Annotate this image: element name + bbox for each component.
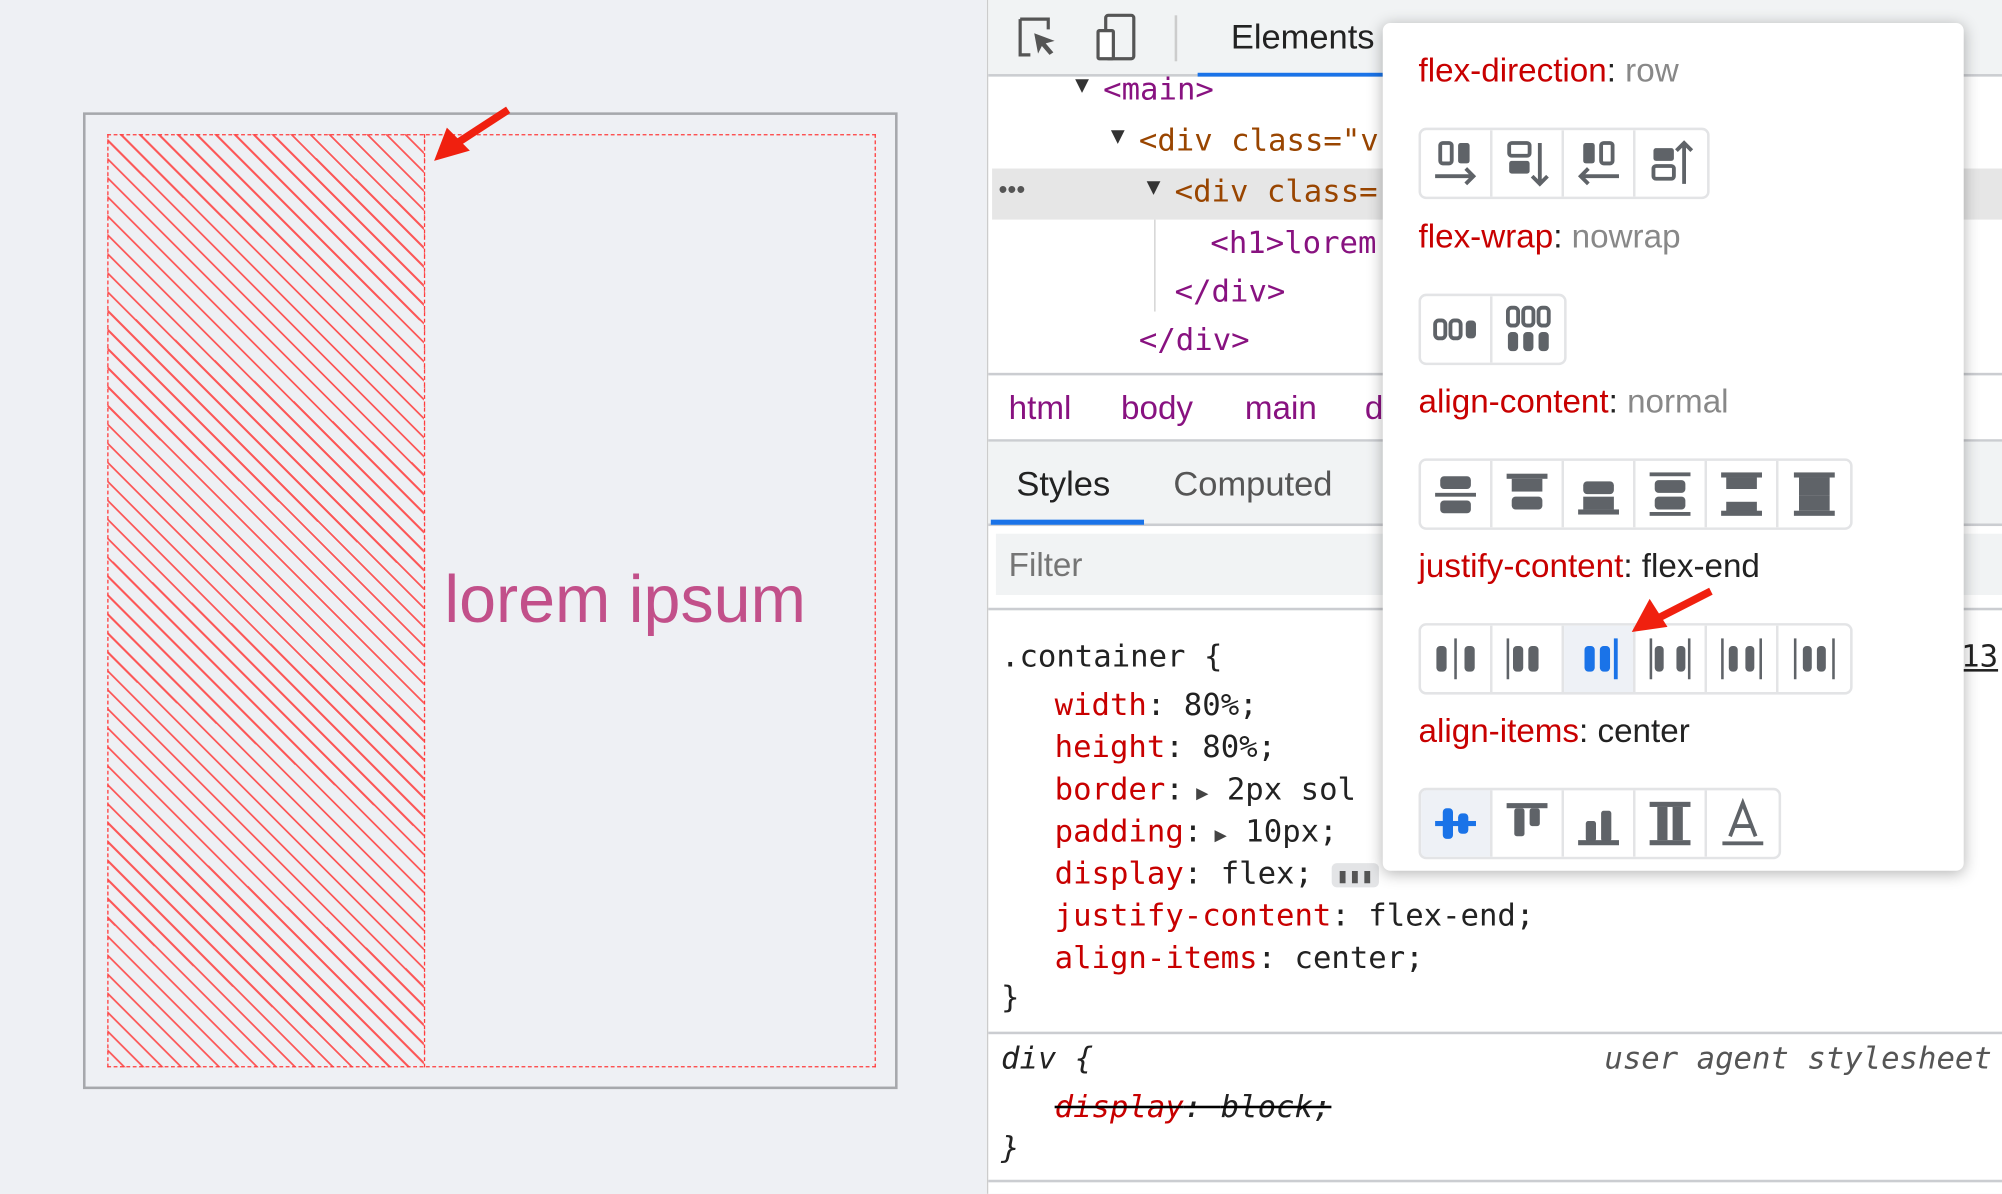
align-content-flex-end-icon xyxy=(1578,481,1619,515)
align-content-flex-end-button[interactable] xyxy=(1564,460,1636,528)
flex-prop-label-align-items: align-items: center xyxy=(1418,711,1690,750)
align-items-center-icon xyxy=(1435,808,1476,839)
flexbox-editor-icon[interactable]: ▮▮▮ xyxy=(1331,862,1379,887)
css-declaration-height[interactable]: height: 80%; xyxy=(1055,729,1276,765)
justify-content-space-evenly-icon xyxy=(1793,638,1835,680)
flex-prop-label-flex-direction: flex-direction: row xyxy=(1418,51,1679,90)
justify-content-flex-start-button[interactable] xyxy=(1492,625,1565,693)
more-ellipsis[interactable]: ••• xyxy=(998,176,1025,205)
justify-content-flex-end-icon xyxy=(1584,638,1618,680)
dom-node-close-div: </div> xyxy=(1174,273,1286,309)
free-space-hatch xyxy=(107,134,426,1068)
align-content-space-between-icon xyxy=(1721,472,1762,516)
flexbox-editor-popup: flex-direction: row flex-wrap: nowrap alig… xyxy=(1382,22,1964,871)
flex-direction-column-button[interactable] xyxy=(1492,130,1565,197)
rule-close: } xyxy=(1001,979,1020,1016)
css-declaration-border[interactable]: border: ▶ 2px sol xyxy=(1055,771,1356,807)
divider xyxy=(988,1179,2002,1183)
breadcrumb-main[interactable]: main xyxy=(1245,388,1317,428)
align-content-flex-start-button[interactable] xyxy=(1492,460,1565,528)
align-content-space-between-button[interactable] xyxy=(1707,460,1779,528)
align-items-stretch-icon xyxy=(1649,801,1691,846)
align-items-flex-end-icon xyxy=(1578,810,1619,846)
flex-direction-row-reverse-icon xyxy=(1577,141,1619,186)
lorem-heading: lorem ipsum xyxy=(444,563,806,638)
rule-selector[interactable]: .container { xyxy=(1001,638,1222,674)
align-items-flex-start-button[interactable] xyxy=(1492,790,1565,857)
user-agent-label: user agent stylesheet xyxy=(1604,1040,1992,1077)
page-preview: lorem ipsum xyxy=(0,0,987,1194)
flex-wrap-nowrap-icon xyxy=(1433,318,1476,341)
dom-node-div[interactable]: <div class="v xyxy=(1139,123,1379,159)
flex-prop-label-flex-wrap: flex-wrap: nowrap xyxy=(1418,217,1681,256)
annotation-arrow-icon xyxy=(434,106,511,161)
device-toolbar-icon[interactable] xyxy=(1095,13,1141,64)
expand-arrow-icon[interactable]: ▼ xyxy=(1075,72,1089,99)
align-items-baseline-icon xyxy=(1722,798,1764,846)
align-items-flex-end-button[interactable] xyxy=(1564,790,1636,857)
toolbar-divider xyxy=(1174,15,1178,62)
active-tab-indicator xyxy=(990,519,1145,525)
align-items-flex-start-icon xyxy=(1506,803,1548,837)
css-declaration-padding[interactable]: padding: ▶ 10px; xyxy=(1055,813,1338,849)
css-declaration-display[interactable]: display: flex; ▮▮▮ xyxy=(1055,855,1379,891)
dom-node-h1[interactable]: <h1>lorem xyxy=(1210,225,1376,261)
breadcrumb-body[interactable]: body xyxy=(1121,388,1193,428)
dom-node-close-div: </div> xyxy=(1138,321,1250,358)
flex-options-flex-direction xyxy=(1418,127,1710,200)
align-content-stretch-icon xyxy=(1793,472,1835,516)
align-content-flex-start-icon xyxy=(1506,473,1548,510)
dom-node-div-container[interactable]: <div class= xyxy=(1175,174,1378,210)
flex-wrap-wrap-icon xyxy=(1505,305,1551,352)
align-content-center-icon xyxy=(1435,476,1476,514)
flex-prop-label-align-content: align-content: normal xyxy=(1418,381,1729,421)
inspect-element-icon[interactable] xyxy=(1016,15,1062,61)
css-declaration-align-items[interactable]: align-items: center; xyxy=(1055,940,1424,976)
rule-selector[interactable]: div { xyxy=(1001,1041,1093,1077)
justify-content-center-icon xyxy=(1436,638,1475,680)
flex-options-align-items xyxy=(1418,787,1782,860)
align-items-baseline-button[interactable] xyxy=(1707,790,1779,857)
justify-content-flex-start-icon xyxy=(1506,638,1539,680)
flex-direction-row-reverse-button[interactable] xyxy=(1564,130,1636,197)
rule-close: } xyxy=(1001,1129,1020,1166)
expand-arrow-icon[interactable]: ▼ xyxy=(1147,174,1161,201)
align-items-stretch-button[interactable] xyxy=(1635,790,1708,857)
align-content-stretch-button[interactable] xyxy=(1778,460,1851,528)
tab-styles[interactable]: Styles xyxy=(1016,465,1110,505)
overridden-declaration: display: block; xyxy=(1054,1089,1332,1125)
flex-direction-column-icon xyxy=(1507,141,1549,187)
css-declaration-width[interactable]: width: 80%; xyxy=(1055,687,1258,723)
expand-shorthand-icon[interactable]: ▶ xyxy=(1202,822,1227,846)
breadcrumb-div[interactable]: d xyxy=(1365,388,1383,428)
flex-options-align-content xyxy=(1418,458,1853,530)
flex-direction-column-reverse-icon xyxy=(1651,140,1694,184)
dom-node-main[interactable]: <main> xyxy=(1103,72,1214,108)
divider xyxy=(988,1031,2002,1035)
align-content-space-around-button[interactable] xyxy=(1635,460,1708,528)
align-items-center-button[interactable] xyxy=(1421,790,1493,857)
annotation-arrow-icon xyxy=(1631,587,1713,633)
tree-guide xyxy=(1154,219,1156,312)
flex-direction-column-reverse-button[interactable] xyxy=(1635,130,1708,197)
flex-direction-row-icon xyxy=(1435,141,1477,186)
breadcrumb-html[interactable]: html xyxy=(1009,388,1072,428)
tab-elements[interactable]: Elements xyxy=(1197,0,1383,77)
flex-wrap-nowrap-button[interactable] xyxy=(1421,296,1493,363)
flex-options-flex-wrap xyxy=(1418,293,1567,366)
expand-shorthand-icon[interactable]: ▶ xyxy=(1184,780,1208,804)
justify-content-space-evenly-button[interactable] xyxy=(1778,625,1851,693)
flex-wrap-wrap-button[interactable] xyxy=(1492,296,1565,363)
tab-computed[interactable]: Computed xyxy=(1173,465,1332,505)
css-declaration-justify-content[interactable]: justify-content: flex-end; xyxy=(1055,898,1535,934)
flex-direction-row-button[interactable] xyxy=(1421,130,1493,197)
expand-arrow-icon[interactable]: ▼ xyxy=(1111,123,1125,150)
justify-content-center-button[interactable] xyxy=(1421,625,1493,693)
rule-source-link[interactable]: 13 xyxy=(1961,638,1998,674)
align-content-space-around-icon xyxy=(1649,472,1691,516)
align-content-center-button[interactable] xyxy=(1421,460,1493,528)
